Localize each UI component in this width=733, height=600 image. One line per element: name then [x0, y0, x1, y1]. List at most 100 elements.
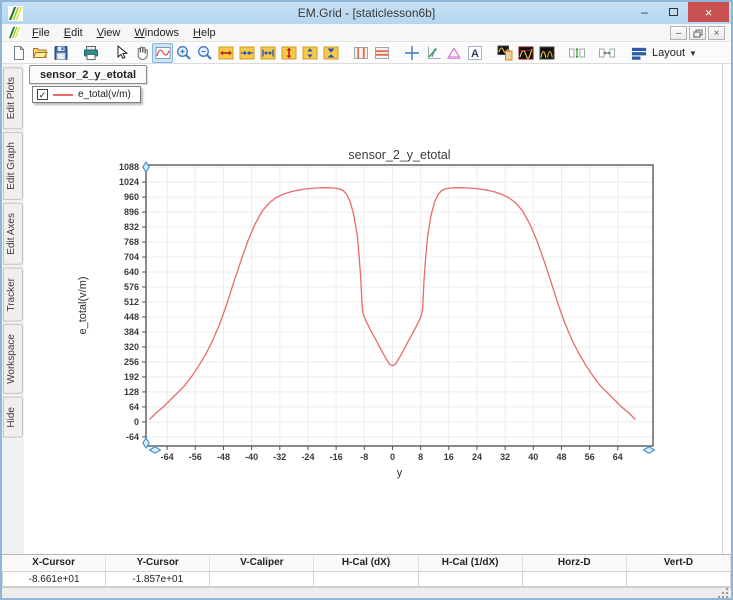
inverse-fft-button[interactable]: [536, 43, 557, 63]
zoom-in-icon: [176, 46, 191, 60]
expand-y-button[interactable]: [278, 43, 299, 63]
sidebar-tab-hide[interactable]: Hide: [3, 397, 23, 438]
app-icon: [8, 5, 23, 21]
menu-help[interactable]: Help: [186, 25, 223, 41]
main-area: Edit Plots Edit Graph Edit Axes Tracker Work…: [2, 64, 731, 554]
axis-handle-top-left[interactable]: [142, 161, 150, 174]
y-tick-label: 256: [124, 357, 139, 367]
menu-edit[interactable]: Edit: [57, 25, 90, 41]
x-axis-label: y: [397, 467, 403, 479]
mdi-restore-button[interactable]: [689, 26, 706, 40]
app-window: EM.Grid - [staticlesson6b] – × File Edit V…: [0, 0, 733, 600]
tracker-icon: [427, 46, 440, 59]
autoscale-vertical-icon: [568, 47, 585, 59]
sidebar-tab-workspace[interactable]: Workspace: [3, 324, 23, 395]
layout-dropdown-button[interactable]: Layout ▼: [626, 44, 702, 63]
sidebar-tab-edit-plots[interactable]: Edit Plots: [3, 67, 23, 130]
crosshair-icon: [404, 46, 419, 60]
delta-marker-icon: [446, 47, 461, 59]
copy-plot-button[interactable]: [494, 43, 515, 63]
zoom-out-button[interactable]: [194, 43, 215, 63]
delta-marker-button[interactable]: [443, 43, 464, 63]
select-cursor-icon: [117, 44, 128, 60]
x-tick-label: 32: [500, 452, 510, 462]
inverse-fft-icon: [539, 46, 554, 60]
fft-button[interactable]: [515, 43, 536, 63]
close-button[interactable]: ×: [688, 2, 729, 22]
save-file-button[interactable]: [50, 43, 71, 63]
y-axis-label: e_total(v/m): [77, 276, 89, 334]
status-value-horz-d: [522, 571, 627, 587]
status-label-h-cal-1-dx-: H-Cal (1/dX): [419, 555, 523, 571]
autoscale-vertical-button[interactable]: [566, 43, 587, 63]
tab-sensor-2-y-etotal[interactable]: sensor_2_y_etotal: [29, 65, 147, 84]
add-text-button[interactable]: A: [464, 43, 485, 63]
y-tick-label: 192: [124, 372, 139, 382]
fit-x-icon: [260, 46, 275, 60]
minimize-button[interactable]: –: [630, 2, 659, 22]
plot-border: [145, 164, 654, 447]
mdi-minimize-button[interactable]: –: [670, 26, 687, 40]
pan-hand-icon: [137, 46, 148, 60]
zoom-curve-icon: [155, 47, 170, 59]
menubar: File Edit View Windows Help – ×: [2, 24, 731, 42]
x-tick-label: 64: [613, 452, 623, 462]
x-tick-label: 56: [585, 452, 595, 462]
y-tick-label: 448: [124, 312, 139, 322]
fit-x-button[interactable]: [257, 43, 278, 63]
compress-x-button[interactable]: [236, 43, 257, 63]
axis-handle-bottom-left-horizontal[interactable]: [148, 446, 162, 454]
sidebar-tab-edit-axes[interactable]: Edit Axes: [3, 203, 23, 265]
y-tick-label: 640: [124, 267, 139, 277]
open-file-icon: [32, 48, 48, 58]
svg-text:A: A: [471, 48, 479, 60]
y-tick-label: 64: [129, 402, 139, 412]
caliper-vertical-button[interactable]: [350, 43, 371, 63]
status-label-x-cursor: X-Cursor: [2, 555, 107, 571]
menubar-app-icon: [8, 26, 21, 39]
resize-grip[interactable]: [718, 587, 730, 598]
window-title: EM.Grid - [staticlesson6b]: [297, 6, 436, 20]
select-cursor-button[interactable]: [110, 43, 131, 63]
bottom-strip: [2, 586, 731, 598]
crosshair-button[interactable]: [401, 43, 422, 63]
legend-checkbox[interactable]: ✓: [37, 89, 48, 100]
autoscale-horizontal-button[interactable]: [596, 43, 617, 63]
fit-y-button[interactable]: [320, 43, 341, 63]
zoom-in-button[interactable]: [173, 43, 194, 63]
open-file-button[interactable]: [29, 43, 50, 63]
status-value-vert-d: [626, 571, 731, 587]
legend[interactable]: ✓ e_total(v/m): [32, 86, 141, 103]
maximize-button[interactable]: [659, 2, 688, 22]
menu-file[interactable]: File: [25, 25, 57, 41]
expand-x-button[interactable]: [215, 43, 236, 63]
y-tick-label: 1024: [119, 177, 139, 187]
compress-y-icon: [302, 46, 317, 60]
menu-windows[interactable]: Windows: [127, 25, 186, 41]
status-label-y-cursor: Y-Cursor: [106, 555, 211, 571]
sidebar-tab-edit-graph[interactable]: Edit Graph: [3, 132, 23, 201]
menu-view[interactable]: View: [90, 25, 128, 41]
x-tick-label: 0: [390, 452, 395, 462]
status-value-x-cursor: -8.661e+01: [2, 571, 107, 587]
caliper-horizontal-icon: [374, 47, 389, 59]
new-file-button[interactable]: [8, 43, 29, 63]
tracker-button[interactable]: [422, 43, 443, 63]
pan-hand-button[interactable]: [131, 43, 152, 63]
print-button[interactable]: [80, 43, 101, 63]
sidebar-tab-tracker[interactable]: Tracker: [3, 267, 23, 322]
plot-area[interactable]: -64 -56 -48 -40 -32 -24 -16 -8 0 8 16 24 32 40 48 56 64 1…: [72, 142, 662, 487]
mdi-close-button[interactable]: ×: [708, 26, 725, 40]
zoom-curve-button[interactable]: [152, 43, 173, 63]
expand-y-icon: [281, 46, 296, 60]
titlebar[interactable]: EM.Grid - [staticlesson6b] – ×: [2, 2, 731, 24]
axis-handle-bottom-right[interactable]: [642, 446, 656, 454]
status-bar: X-Cursor Y-Cursor V-Caliper H-Cal (dX) H-Cal…: [2, 554, 731, 587]
x-tick-label: 40: [528, 452, 538, 462]
layout-label: Layout: [652, 47, 686, 59]
compress-y-button[interactable]: [299, 43, 320, 63]
caliper-horizontal-button[interactable]: [371, 43, 392, 63]
y-tick-label: 896: [124, 207, 139, 217]
y-tick-label: 0: [134, 417, 139, 427]
y-tick-label: 128: [124, 387, 139, 397]
